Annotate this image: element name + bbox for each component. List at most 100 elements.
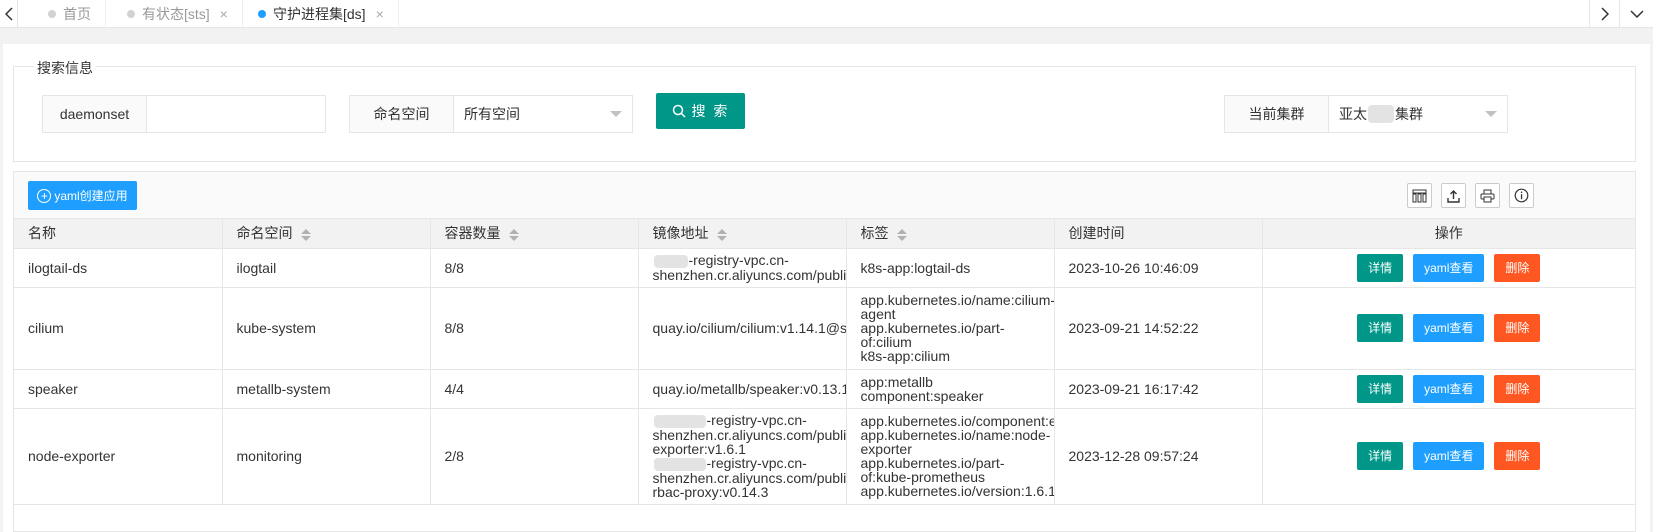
cell-name: speaker <box>14 369 223 409</box>
sort-icon[interactable] <box>300 228 311 241</box>
sort-icon[interactable] <box>508 228 519 241</box>
table-row: node-exporter monitoring 2/8 -registry-v… <box>14 408 1635 505</box>
delete-button[interactable]: 删除 <box>1494 374 1541 403</box>
close-icon[interactable]: × <box>376 6 384 22</box>
cell-containers: 8/8 <box>430 287 639 370</box>
search-legend: 搜索信息 <box>34 58 96 78</box>
column-header-labels[interactable]: 标签 <box>846 219 1055 249</box>
export-icon[interactable] <box>1441 183 1466 208</box>
close-icon[interactable]: × <box>220 6 228 22</box>
tab-label: 有状态[sts] <box>142 6 210 22</box>
yaml-view-button[interactable]: yaml查看 <box>1413 314 1485 342</box>
search-panel: 搜索信息 daemonset 命名空间 所有空间 搜 索 当前集群 亚太 集群 <box>13 58 1636 162</box>
cell-image: -registry-vpc.cn- shenzhen.cr.aliyuncs.c… <box>638 248 847 288</box>
detail-button[interactable]: 详情 <box>1357 442 1404 470</box>
column-header-created: 创建时间 <box>1054 219 1263 249</box>
info-icon[interactable] <box>1509 183 1534 208</box>
table-header-row: 名称 命名空间 容器数量 镜像地址 标签 创建时间 操作 <box>14 219 1635 249</box>
sort-icon[interactable] <box>716 228 727 241</box>
cell-name: node-exporter <box>14 408 223 505</box>
chevron-down-icon[interactable] <box>1619 0 1653 28</box>
caret-down-icon <box>1485 111 1497 117</box>
caret-down-icon <box>610 111 622 117</box>
column-header-namespace[interactable]: 命名空间 <box>222 219 431 249</box>
tab-dot-icon <box>48 10 56 18</box>
column-header-containers[interactable]: 容器数量 <box>430 219 639 249</box>
tab-daemonset[interactable]: 守护进程集[ds] × <box>244 0 399 28</box>
plus-circle-icon: + <box>37 188 52 203</box>
cell-name: cilium <box>14 287 223 370</box>
tab-label: 首页 <box>63 6 91 22</box>
chevron-right-icon[interactable] <box>1589 0 1619 28</box>
table-row: speaker metallb-system 4/4 quay.io/metal… <box>14 369 1635 409</box>
cluster-field: 当前集群 亚太 集群 <box>1224 95 1508 133</box>
redacted-block <box>1368 105 1394 123</box>
tab-label: 守护进程集[ds] <box>273 6 366 22</box>
search-button-label: 搜 索 <box>691 103 730 119</box>
print-icon[interactable] <box>1475 183 1500 208</box>
namespace-select[interactable]: 所有空间 <box>454 96 632 132</box>
detail-button[interactable]: 详情 <box>1357 314 1404 342</box>
cell-namespace: metallb-system <box>222 369 431 409</box>
daemonset-table: 名称 命名空间 容器数量 镜像地址 标签 创建时间 操作 ilogtail-ds… <box>14 219 1635 505</box>
tab-dot-icon <box>127 10 135 18</box>
cell-created: 2023-10-26 10:46:09 <box>1054 248 1263 288</box>
daemonset-name-input-wrap <box>147 96 325 132</box>
columns-icon[interactable] <box>1407 183 1432 208</box>
table-row: cilium kube-system 8/8 quay.io/cilium/ci… <box>14 287 1635 370</box>
cluster-select-value-suffix: 集群 <box>1395 106 1423 122</box>
cell-created: 2023-09-21 14:52:22 <box>1054 287 1263 370</box>
chevron-left-icon[interactable] <box>0 0 18 28</box>
tab-home[interactable]: 首页 <box>34 0 106 28</box>
tab-dot-icon <box>258 10 266 18</box>
cluster-select[interactable]: 亚太 集群 <box>1329 96 1507 132</box>
cell-labels: app:metallb component:speaker <box>846 369 1055 409</box>
cell-image: quay.io/cilium/cilium:v1.14.1@sh <box>638 287 847 370</box>
column-header-actions: 操作 <box>1262 219 1635 249</box>
cell-containers: 8/8 <box>430 248 639 288</box>
delete-button[interactable]: 删除 <box>1494 253 1541 282</box>
cell-namespace: kube-system <box>222 287 431 370</box>
cluster-select-value-prefix: 亚太 <box>1339 106 1367 122</box>
cell-name: ilogtail-ds <box>14 248 223 288</box>
main-panel: 搜索信息 daemonset 命名空间 所有空间 搜 索 当前集群 亚太 集群 … <box>3 44 1650 532</box>
cell-labels: app.kubernetes.io/component:ex app.kuber… <box>846 408 1055 505</box>
tab-statefulset[interactable]: 有状态[sts] × <box>113 0 243 28</box>
cell-labels: app.kubernetes.io/name:cilium- agent app… <box>846 287 1055 370</box>
delete-button[interactable]: 删除 <box>1494 442 1541 470</box>
daemonset-name-input[interactable] <box>157 96 325 132</box>
cell-namespace: ilogtail <box>222 248 431 288</box>
search-icon <box>672 104 686 118</box>
cell-actions: 详情 yaml查看 删除 <box>1262 248 1635 288</box>
cell-image: -registry-vpc.cn- shenzhen.cr.aliyuncs.c… <box>638 408 847 505</box>
yaml-view-button[interactable]: yaml查看 <box>1413 253 1485 282</box>
redacted-block <box>653 254 688 268</box>
daemonset-table-panel: + yaml创建应用 名称 命名空间 容器数量 镜像地址 标签 创建时间 操作 … <box>13 171 1636 532</box>
sort-icon[interactable] <box>896 228 907 241</box>
daemonset-name-field: daemonset <box>42 95 326 133</box>
cell-namespace: monitoring <box>222 408 431 505</box>
column-header-image[interactable]: 镜像地址 <box>638 219 847 249</box>
yaml-create-button[interactable]: + yaml创建应用 <box>28 181 137 210</box>
search-button[interactable]: 搜 索 <box>656 93 745 129</box>
cell-created: 2023-12-28 09:57:24 <box>1054 408 1263 505</box>
cell-labels: k8s-app:logtail-ds <box>846 248 1055 288</box>
yaml-create-label: yaml创建应用 <box>54 189 128 203</box>
namespace-select-value: 所有空间 <box>464 106 520 122</box>
namespace-field: 命名空间 所有空间 <box>349 95 633 133</box>
delete-button[interactable]: 删除 <box>1494 314 1541 342</box>
cell-actions: 详情 yaml查看 删除 <box>1262 408 1635 505</box>
cell-created: 2023-09-21 16:17:42 <box>1054 369 1263 409</box>
namespace-label: 命名空间 <box>350 96 454 132</box>
cell-image: quay.io/metallb/speaker:v0.13.10 <box>638 369 847 409</box>
tab-bar: 首页 有状态[sts] × 守护进程集[ds] × <box>0 0 1653 28</box>
detail-button[interactable]: 详情 <box>1357 253 1404 282</box>
detail-button[interactable]: 详情 <box>1357 374 1404 403</box>
cell-containers: 2/8 <box>430 408 639 505</box>
yaml-view-button[interactable]: yaml查看 <box>1413 442 1485 470</box>
yaml-view-button[interactable]: yaml查看 <box>1413 374 1485 403</box>
cluster-label: 当前集群 <box>1225 96 1329 132</box>
daemonset-name-label: daemonset <box>43 96 147 132</box>
cell-containers: 4/4 <box>430 369 639 409</box>
cell-actions: 详情 yaml查看 删除 <box>1262 369 1635 409</box>
